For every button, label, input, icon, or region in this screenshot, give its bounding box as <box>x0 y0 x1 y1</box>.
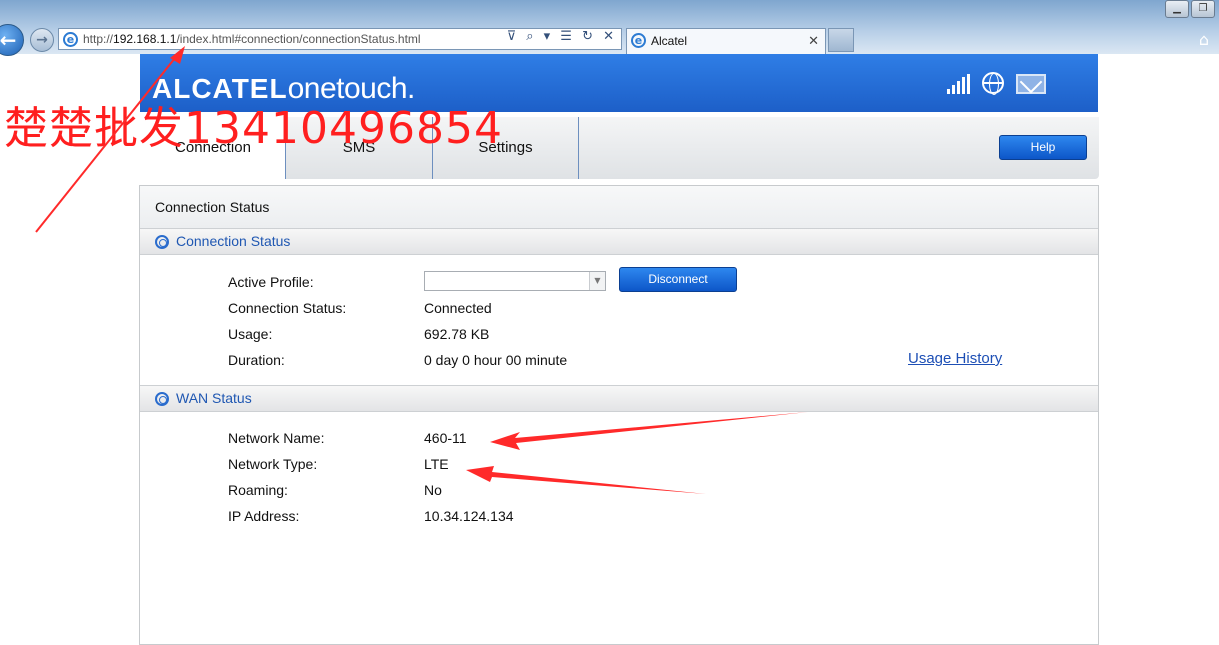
tab-ie-icon: e <box>631 33 646 48</box>
connection-status-label: Connection Status: <box>228 300 347 316</box>
back-button[interactable]: ← <box>0 24 24 56</box>
network-name-row: Network Name: 460-11 <box>140 430 1098 450</box>
browser-tab[interactable]: e Alcatel ✕ <box>626 28 826 54</box>
roaming-value: No <box>424 482 442 498</box>
usage-row: Usage: 692.78 KB <box>140 326 1098 346</box>
tab-title: Alcatel <box>651 34 688 48</box>
usage-label: Usage: <box>228 326 273 342</box>
connection-status-value: Connected <box>424 300 492 316</box>
connection-status-section-header: Connection Status <box>140 228 1098 255</box>
restore-icon[interactable]: ❐ <box>1191 0 1215 18</box>
header-icons <box>947 72 1046 95</box>
usage-history-link[interactable]: Usage History <box>908 350 1002 367</box>
wan-status-section-header: WAN Status <box>140 385 1098 412</box>
duration-label: Duration: <box>228 352 285 368</box>
globe-icon[interactable] <box>982 72 1004 95</box>
connection-section-title: Connection Status <box>176 233 291 249</box>
help-button[interactable]: Help <box>999 135 1087 160</box>
tab-close-icon[interactable]: ✕ <box>808 29 819 53</box>
ip-address-value: 10.34.124.134 <box>424 508 514 524</box>
mail-icon[interactable] <box>1016 74 1046 94</box>
page-title: Connection Status <box>140 186 1098 228</box>
section-ring-icon <box>155 392 169 406</box>
url-host: 192.168.1.1 <box>113 32 177 46</box>
new-tab-button[interactable] <box>828 28 854 52</box>
connection-status-row: Connection Status: Connected <box>140 300 1098 320</box>
browser-chrome: ← → e http://192.168.1.1/index.html#conn… <box>0 0 1219 56</box>
disconnect-button[interactable]: Disconnect <box>619 267 737 292</box>
forward-button[interactable]: → <box>30 28 54 52</box>
url-prefix: http:// <box>83 32 114 46</box>
duration-value: 0 day 0 hour 00 minute <box>424 352 568 368</box>
ie-icon: e <box>63 32 78 47</box>
active-profile-label: Active Profile: <box>228 274 314 290</box>
usage-value: 692.78 KB <box>424 326 490 342</box>
section-ring-icon <box>155 235 169 249</box>
roaming-row: Roaming: No <box>140 482 1098 502</box>
watermark-text: 楚楚批发13410496854 <box>4 103 503 154</box>
address-bar[interactable]: e http://192.168.1.1/index.html#connecti… <box>58 28 622 50</box>
network-name-label: Network Name: <box>228 430 325 446</box>
active-profile-row: Active Profile: ▼ Disconnect <box>140 267 1098 294</box>
wan-status-body: Network Name: 460-11 Network Type: LTE R… <box>140 412 1098 562</box>
url-path: /index.html#connection/connectionStatus.… <box>176 32 421 46</box>
active-profile-select[interactable]: ▼ <box>424 271 606 291</box>
content-panel: Connection Status Connection Status Acti… <box>139 185 1099 645</box>
address-tools-icons[interactable]: ⊽ ⌕ ▾ ☰ ↻ ✕ <box>507 29 617 44</box>
minimize-icon[interactable]: ▁ <box>1165 0 1189 18</box>
network-name-value: 460-11 <box>424 430 467 446</box>
wan-section-title: WAN Status <box>176 390 252 406</box>
connection-status-body: Active Profile: ▼ Disconnect Connection … <box>140 255 1098 385</box>
duration-row: Duration: 0 day 0 hour 00 minute Usage H… <box>140 350 1098 372</box>
signal-icon <box>947 74 970 94</box>
home-icon[interactable]: ⌂ <box>1199 30 1209 49</box>
roaming-label: Roaming: <box>228 482 288 498</box>
ip-address-row: IP Address: 10.34.124.134 <box>140 508 1098 528</box>
chevron-down-icon[interactable]: ▼ <box>589 272 605 290</box>
window-controls: ▁ ❐ <box>1165 0 1215 18</box>
network-type-row: Network Type: LTE <box>140 456 1098 476</box>
network-type-label: Network Type: <box>228 456 318 472</box>
ip-address-label: IP Address: <box>228 508 300 524</box>
network-type-value: LTE <box>424 456 449 472</box>
